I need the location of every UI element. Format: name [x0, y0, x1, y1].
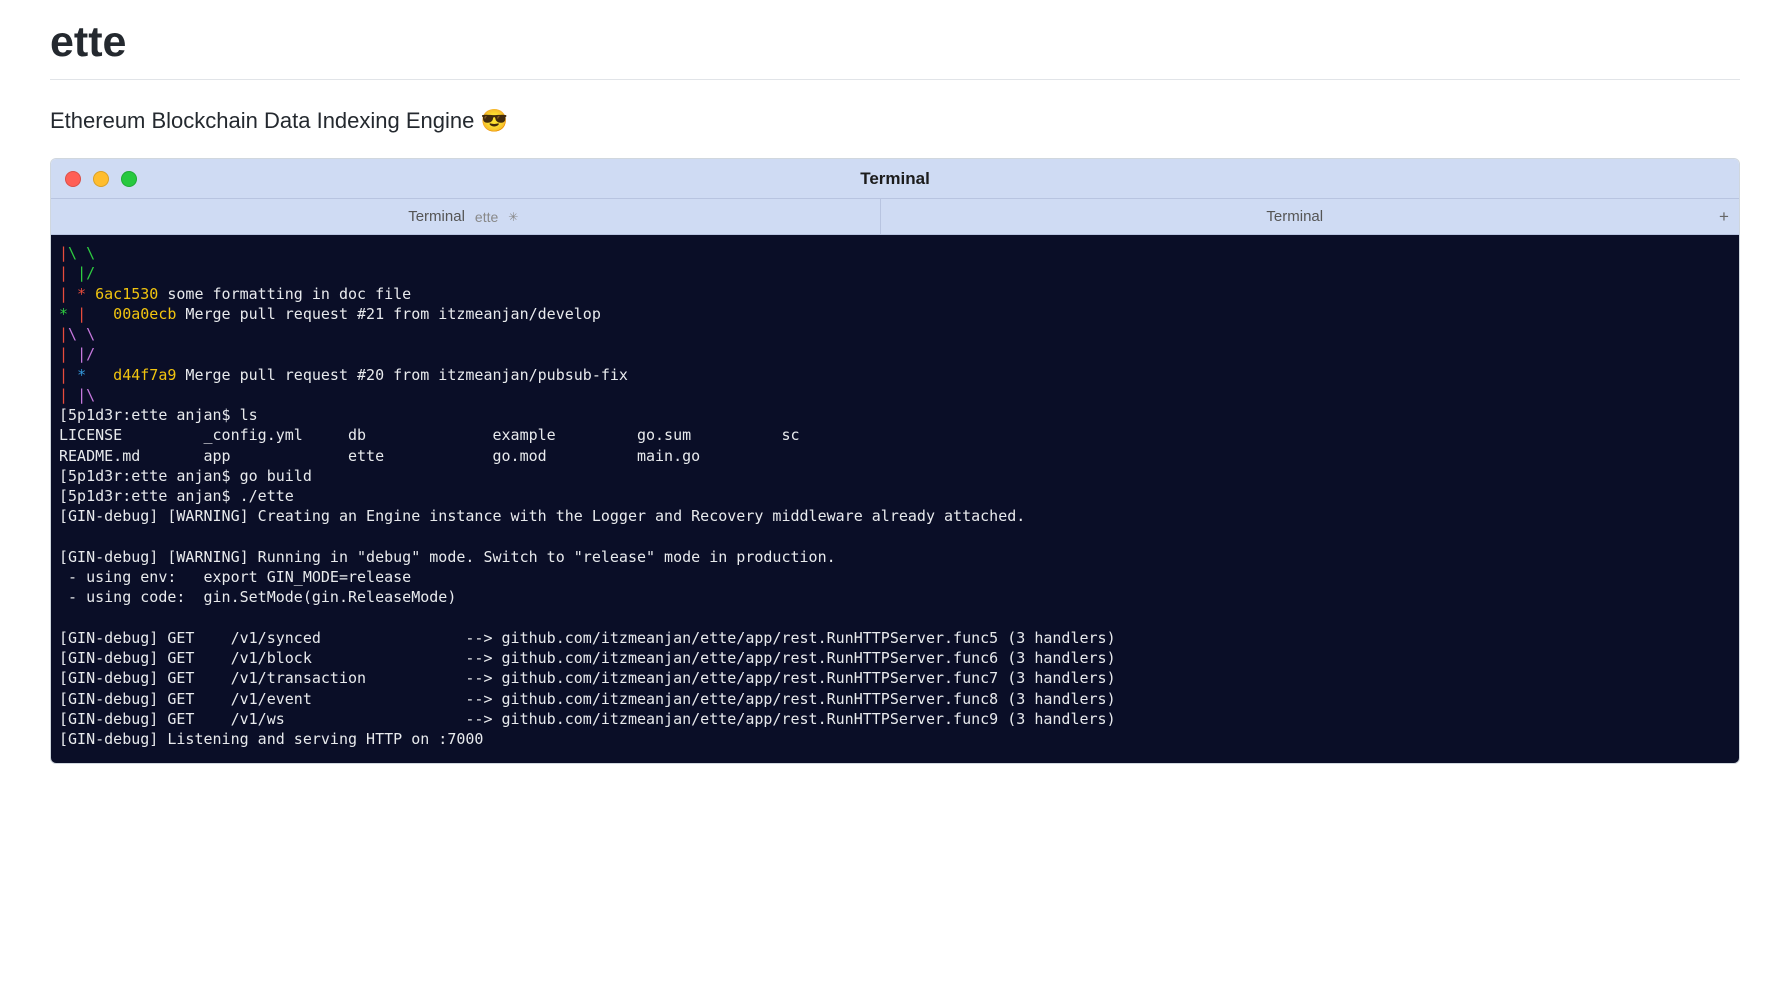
- git-graph-line: |: [59, 325, 68, 343]
- terminal-tab-bar: Terminal ette Terminal +: [51, 199, 1739, 235]
- git-graph-line: \ \: [68, 325, 95, 343]
- term-line: [5p1d3r:ette anjan$ go build: [59, 467, 312, 485]
- term-line: - using env: export GIN_MODE=release: [59, 568, 411, 586]
- page-title: ette: [50, 0, 1740, 80]
- term-line: [GIN-debug] GET /v1/transaction --> gith…: [59, 669, 1116, 687]
- commit-msg: some formatting in doc file: [158, 285, 411, 303]
- term-line: README.md app ette go.mod main.go: [59, 447, 700, 465]
- git-graph-line: |\: [77, 386, 95, 404]
- minimize-icon[interactable]: [93, 171, 109, 187]
- git-graph-line: | *: [59, 285, 95, 303]
- git-graph-line: |: [59, 386, 77, 404]
- git-graph-line: |/: [77, 345, 95, 363]
- term-line: [GIN-debug] GET /v1/block --> github.com…: [59, 649, 1116, 667]
- term-line: [GIN-debug] GET /v1/event --> github.com…: [59, 690, 1116, 708]
- terminal-window-title: Terminal: [860, 169, 930, 189]
- git-graph-line: *: [77, 366, 86, 384]
- term-line: [GIN-debug] [WARNING] Creating an Engine…: [59, 507, 1025, 525]
- git-graph-line: |: [59, 366, 77, 384]
- commit-msg: Merge pull request #20 from itzmeanjan/p…: [176, 366, 628, 384]
- terminal-tab-left[interactable]: Terminal ette: [51, 199, 881, 234]
- git-graph-line: |: [59, 345, 77, 363]
- terminal-window: Terminal Terminal ette Terminal + |\ \ |…: [50, 158, 1740, 764]
- terminal-tab-right[interactable]: Terminal: [881, 199, 1710, 234]
- term-line: [GIN-debug] Listening and serving HTTP o…: [59, 730, 483, 748]
- git-graph-line: |/: [77, 264, 95, 282]
- maximize-icon[interactable]: [121, 171, 137, 187]
- tab-label: Terminal: [1266, 208, 1323, 225]
- loading-spinner-icon: [508, 210, 522, 224]
- tab-label: Terminal: [408, 208, 465, 225]
- term-line: LICENSE _config.yml db example go.sum sc: [59, 426, 800, 444]
- git-graph-line: \ \: [68, 244, 95, 262]
- term-line: [GIN-debug] GET /v1/ws --> github.com/it…: [59, 710, 1116, 728]
- terminal-body: |\ \ | |/ | * 6ac1530 some formatting in…: [51, 235, 1739, 763]
- term-line: [GIN-debug] GET /v1/synced --> github.co…: [59, 629, 1116, 647]
- commit-msg: Merge pull request #21 from itzmeanjan/d…: [176, 305, 600, 323]
- git-graph-line: |: [77, 305, 86, 323]
- git-graph-line: |: [59, 244, 68, 262]
- commit-hash: 6ac1530: [95, 285, 158, 303]
- close-icon[interactable]: [65, 171, 81, 187]
- git-graph-line: |: [59, 264, 77, 282]
- commit-hash: 00a0ecb: [86, 305, 176, 323]
- page-subtitle: Ethereum Blockchain Data Indexing Engine…: [50, 80, 1740, 158]
- term-line: - using code: gin.SetMode(gin.ReleaseMod…: [59, 588, 456, 606]
- commit-hash: d44f7a9: [86, 366, 176, 384]
- tab-sublabel: ette: [475, 209, 498, 225]
- term-line: [5p1d3r:ette anjan$ ls: [59, 406, 258, 424]
- terminal-title-bar: Terminal: [51, 159, 1739, 199]
- window-controls: [65, 171, 137, 187]
- term-line: [GIN-debug] [WARNING] Running in "debug"…: [59, 548, 836, 566]
- term-line: [5p1d3r:ette anjan$ ./ette: [59, 487, 294, 505]
- git-graph-line: *: [59, 305, 77, 323]
- add-tab-button[interactable]: +: [1709, 199, 1739, 234]
